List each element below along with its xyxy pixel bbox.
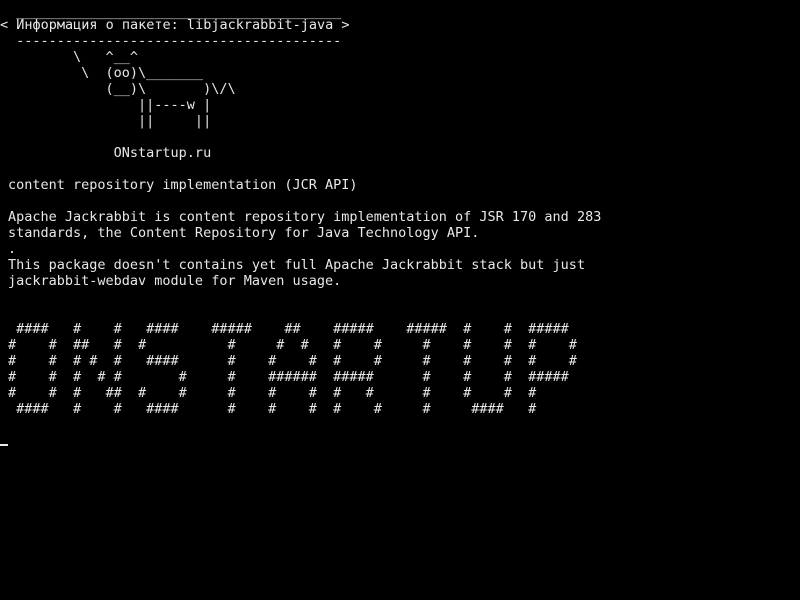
description-line-2: standards, the Content Repository for Ja… (8, 225, 480, 241)
cow-art-line-1: \ ^__^ (8, 49, 139, 65)
cow-art-line-2: \ (oo)\_______ (8, 65, 204, 81)
ascii-banner-row-2: # # ## # # # # # # # # # # # # (8, 337, 577, 353)
description-line-1: Apache Jackrabbit is content repository … (8, 209, 602, 225)
cowsay-bottom-border: ---------------------------------------- (8, 33, 342, 49)
cowsay-message: < Информация о пакете: libjackrabbit-jav… (0, 17, 350, 33)
cow-art-line-4: ||----w | (8, 97, 212, 113)
description-line-5: jackrabbit-webdav module for Maven usage… (8, 273, 342, 289)
ascii-banner-row-5: # # # ## # # # # # # # # # # # (8, 385, 537, 401)
terminal-cursor[interactable] (0, 444, 8, 446)
description-line-3: . (8, 241, 17, 257)
ascii-banner-row-1: #### # # #### ##### ## ##### ##### # # #… (8, 321, 569, 337)
package-summary: content repository implementation (JCR A… (8, 177, 358, 193)
ascii-banner-row-4: # # # # # # # ###### ##### # # # ##### (8, 369, 569, 385)
description-line-4: This package doesn't contains yet full A… (8, 257, 586, 273)
ascii-banner-row-3: # # # # # #### # # # # # # # # # # (8, 353, 577, 369)
cow-art-line-3: (__)\ )\/\ (8, 81, 236, 97)
terminal-screen[interactable]: ________________________________________… (0, 0, 800, 600)
site-label: ONstartup.ru (8, 145, 212, 161)
cow-art-line-5: || || (8, 113, 212, 129)
ascii-banner-row-6: #### # # #### # # # # # # #### # (8, 401, 537, 417)
